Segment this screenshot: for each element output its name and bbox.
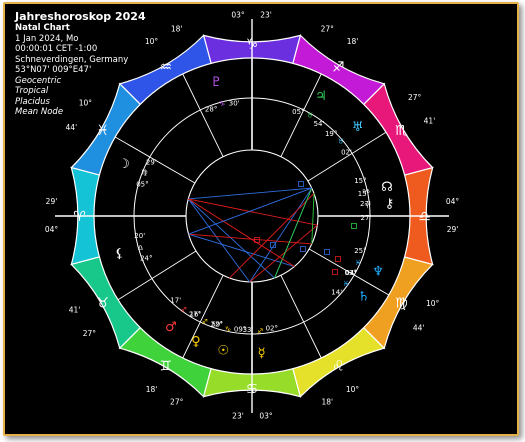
- planet-minute: 33': [243, 326, 254, 334]
- planet-glyph-mars: ♂: [165, 320, 177, 335]
- zodiac-glyph-virgo: ♍: [395, 295, 408, 311]
- planet-degree: 05°: [292, 108, 304, 116]
- planet-sign: ♉: [338, 137, 344, 145]
- info-mean-node: Mean Node: [15, 107, 64, 117]
- planet-minute: 54': [314, 120, 325, 128]
- planet-degree: 27°: [189, 311, 201, 319]
- planet-glyph-saturn: ♄: [358, 290, 370, 305]
- cusp-minute-label: 29': [447, 225, 459, 234]
- cusp-degree-label: 04°: [446, 197, 460, 206]
- zodiac-glyph-sagittarius: ♐: [332, 60, 345, 76]
- chart-window: ♑ ♒ ♓ ♈ ♉ ♊ ♋ ♌ ♍ ♎ ♏ ♐ 04° 29' 27° 41' 27° 18' 03° 23' 10° 1…: [3, 2, 519, 436]
- planet-sign: ♑: [219, 100, 225, 108]
- zodiac-glyph-aries: ♈: [73, 209, 86, 225]
- planet-sign: ♎: [137, 244, 143, 252]
- planet-minute: 27': [360, 200, 371, 208]
- planet-glyph-jupiter: ♃: [315, 89, 327, 104]
- cusp-minute-label: 41': [424, 117, 436, 126]
- chart-title: Jahreshoroskop 2024: [15, 10, 146, 23]
- cusp-minute-label: 23': [260, 10, 272, 19]
- planet-minute: 27': [361, 214, 372, 222]
- cusp-degree-label: 10°: [145, 37, 159, 46]
- planet-glyph-pluto: ♇: [210, 75, 222, 90]
- planet-degree: 22°: [211, 320, 223, 328]
- planet-sign: ♐: [202, 318, 208, 326]
- cusp-minute-label: 23': [232, 412, 244, 421]
- cusp-minute-label: 29': [46, 197, 58, 206]
- planet-degree: 02°: [266, 324, 278, 332]
- info-location: Schneverdingen, Germany: [15, 54, 129, 65]
- zodiac-glyph-scorpio: ♏: [395, 123, 408, 139]
- planet-glyph-chiron: ⚷: [385, 196, 395, 211]
- info-coordinates: 53°N07' 009°E47': [15, 65, 92, 75]
- planet-sign: ♐: [181, 306, 187, 314]
- planet-glyph-lilith: ⚸: [115, 247, 125, 262]
- planet-degree: 28°: [205, 106, 217, 114]
- cusp-degree-label: 27°: [170, 397, 184, 406]
- planet-degree: 05°: [136, 181, 148, 189]
- planet-minute: 20': [134, 232, 145, 240]
- planet-degree: 25°: [354, 247, 366, 255]
- chart-subtitle: Natal Chart: [15, 23, 70, 33]
- cusp-degree-label: 27°: [83, 329, 97, 338]
- planet-sign: ♓: [355, 259, 361, 267]
- cusp-degree-label: 27°: [321, 25, 335, 34]
- planet-degree: 24°: [140, 255, 152, 263]
- planet-glyph-uranus: ♅: [352, 120, 364, 135]
- planet-sign: ♐: [257, 328, 263, 336]
- cusp-degree-label: 03°: [231, 10, 245, 19]
- zodiac-glyph-libra: ♎: [418, 209, 431, 225]
- planet-sign: ♓: [343, 280, 349, 288]
- aspect-circle: [185, 149, 319, 283]
- planet-sign: ♑: [225, 325, 231, 333]
- info-time: 00:00:01 CET -1:00: [15, 44, 98, 54]
- info-date: 1 Jan 2024, Mo: [15, 33, 79, 44]
- info-placidus: Placidus: [15, 96, 50, 107]
- planet-degree: 03°: [345, 269, 357, 277]
- planet-minute: 14': [331, 288, 342, 296]
- cusp-minute-label: 18': [146, 385, 158, 394]
- zodiac-glyph-pisces: ♓: [96, 123, 109, 139]
- planet-glyph-neptune: ♆: [372, 265, 384, 280]
- cusp-degree-label: 03°: [259, 412, 273, 421]
- cusp-degree-label: 44': [66, 123, 78, 132]
- info-tropical: Tropical: [15, 86, 49, 96]
- cusp-minute-label: 44': [413, 323, 425, 332]
- cusp-degree-label: 10°: [426, 299, 440, 308]
- planet-degree: 19°: [325, 130, 337, 138]
- cusp-minute-label: 18': [347, 37, 359, 46]
- planet-glyph-node: ☊: [381, 180, 393, 195]
- zodiac-glyph-taurus: ♉: [96, 295, 109, 311]
- planet-minute: 17': [170, 297, 181, 305]
- zodiac-glyph-leo: ♌: [332, 358, 345, 374]
- cusp-degree-label: 27°: [408, 93, 422, 102]
- planet-glyph-venus: ♀: [191, 335, 201, 350]
- planet-glyph-sun: ☉: [217, 343, 229, 358]
- info-geocentric: Geocentric: [15, 75, 62, 86]
- planet-sign: ♈: [362, 188, 369, 196]
- cusp-minute-label: 18': [321, 397, 333, 406]
- chart-info: Jahreshoroskop 2024 Natal Chart 1 Jan 20…: [15, 10, 146, 118]
- planet-degree: 15°: [354, 177, 366, 185]
- zodiac-glyph-aquarius: ♒: [159, 60, 172, 76]
- cusp-minute-label: 18': [171, 25, 183, 34]
- planet-glyph-mercury: ☿: [258, 346, 266, 361]
- planet-sign: ♉: [307, 112, 313, 120]
- planet-minute: 02': [341, 148, 352, 156]
- planet-sign: ♍: [141, 169, 148, 177]
- cusp-degree-label: 04°: [45, 225, 59, 234]
- planet-minute: 29': [146, 158, 157, 166]
- cusp-degree-label: 10°: [346, 385, 360, 394]
- zodiac-glyph-gemini: ♊: [159, 358, 172, 374]
- cusp-minute-label: 41': [69, 305, 81, 314]
- planet-minute: 30': [229, 99, 240, 107]
- planet-glyph-moon: ☽: [118, 157, 130, 172]
